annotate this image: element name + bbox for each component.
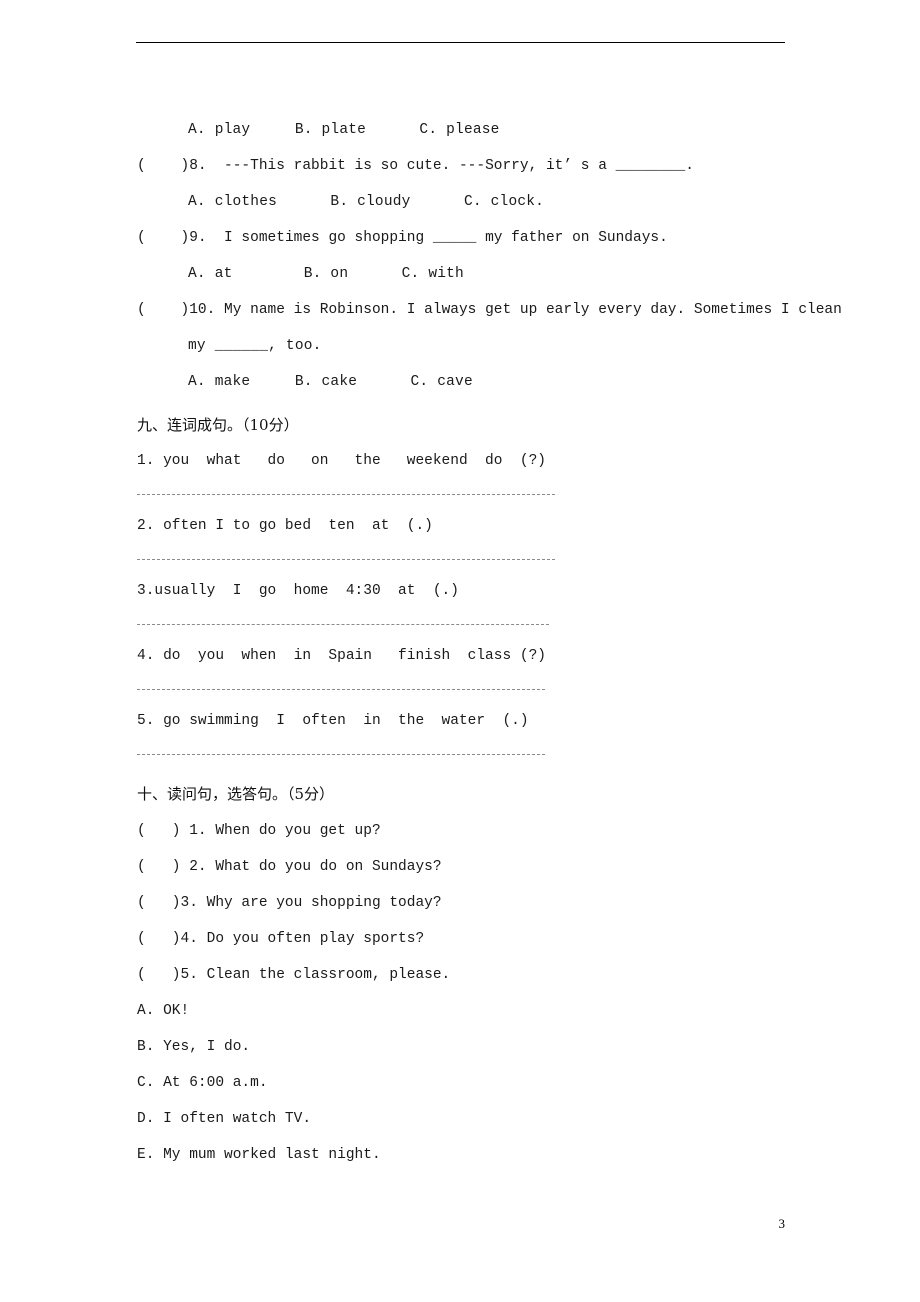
section-nine-answer-line-2[interactable]	[137, 559, 555, 560]
section-ten-heading: 十、读问句，选答句。（5分）	[137, 785, 335, 803]
page-content: A. play B. plate C. please ( )8. ---This…	[137, 112, 842, 1173]
question-10-marker[interactable]: ( )10.	[137, 302, 215, 318]
section-ten-question-5[interactable]: ( )5. Clean the classroom, please.	[137, 957, 837, 993]
section-nine-item-2: 2. often I to go bed ten at (.)	[137, 518, 433, 534]
section-ten-answer-a: A. OK!	[137, 1003, 190, 1019]
question-10-row: ( )10. My name is Robinson. I always get…	[137, 292, 842, 328]
question-10-stem-line-2: my ______, too.	[188, 338, 322, 354]
section-nine-answer-line-1[interactable]	[137, 494, 555, 495]
question-10-options: A. make B. cake C. cave	[188, 374, 473, 390]
question-10-stem-line-1: My name is Robinson. I always get up ear…	[224, 302, 842, 318]
section-ten-answer-c: C. At 6:00 a.m.	[137, 1075, 268, 1091]
section-nine-item-5: 5. go swimming I often in the water (.)	[137, 713, 529, 729]
question-8-spacer	[207, 158, 224, 174]
question-9-options: A. at B. on C. with	[188, 266, 464, 282]
section-nine-answer-line-4[interactable]	[137, 689, 545, 690]
section-nine-item-4: 4. do you when in Spain finish class (?)	[137, 648, 546, 664]
question-9-spacer	[207, 230, 224, 246]
section-nine-heading: 九、连词成句。（10分）	[137, 416, 299, 434]
section-ten-question-3[interactable]: ( )3. Why are you shopping today?	[137, 885, 837, 921]
section-ten-answer-b: B. Yes, I do.	[137, 1039, 251, 1055]
section-ten-answer-e: E. My mum worked last night.	[137, 1147, 381, 1163]
question-8-stem: ---This rabbit is so cute. ---Sorry, it’…	[224, 158, 694, 174]
section-ten-question-1[interactable]: ( ) 1. When do you get up?	[137, 813, 837, 849]
section-nine-answer-line-5[interactable]	[137, 754, 545, 755]
question-8-row: ( )8. ---This rabbit is so cute. ---Sorr…	[137, 148, 837, 184]
section-ten-question-4[interactable]: ( )4. Do you often play sports?	[137, 921, 837, 957]
section-ten-answer-d: D. I often watch TV.	[137, 1111, 312, 1127]
section-ten-question-2[interactable]: ( ) 2. What do you do on Sundays?	[137, 849, 837, 885]
page-number: 3	[778, 1216, 786, 1231]
exam-paper-page: A. play B. plate C. please ( )8. ---This…	[0, 0, 920, 1302]
section-nine-item-1: 1. you what do on the weekend do (?)	[137, 453, 546, 469]
question-8-marker[interactable]: ( )8.	[137, 158, 207, 174]
question-8-options: A. clothes B. cloudy C. clock.	[188, 194, 545, 210]
header-rule	[136, 42, 785, 43]
question-9-row: ( )9. I sometimes go shopping _____ my f…	[137, 220, 837, 256]
section-nine-answer-line-3[interactable]	[137, 624, 549, 625]
section-nine-item-3: 3.usually I go home 4:30 at (.)	[137, 583, 459, 599]
question-7-options: A. play B. plate C. please	[188, 122, 500, 138]
question-9-stem: I sometimes go shopping _____ my father …	[224, 230, 668, 246]
question-10-spacer	[215, 302, 224, 318]
question-9-marker[interactable]: ( )9.	[137, 230, 207, 246]
